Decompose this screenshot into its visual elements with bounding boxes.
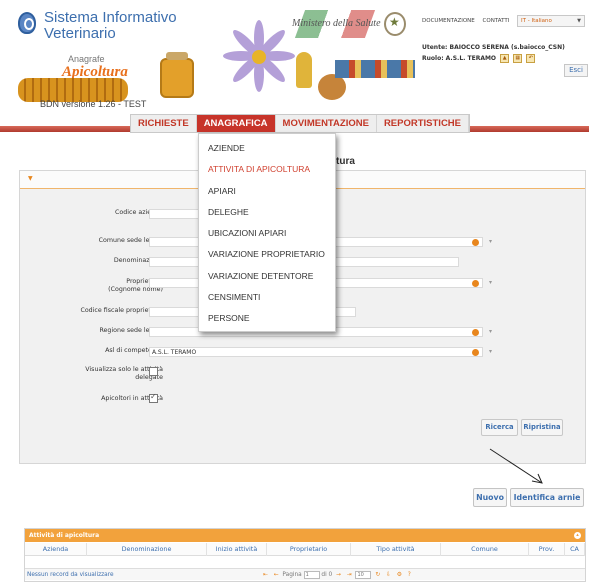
anagrafica-dropdown-menu: AZIENDE ATTIVITA DI APICOLTURA APIARI DE… — [198, 133, 336, 332]
col-denominazione[interactable]: Denominazione — [87, 543, 207, 556]
col-proprietario[interactable]: Proprietario — [267, 543, 351, 556]
identifica-arnie-button[interactable]: Identifica arnie — [510, 488, 584, 507]
attivita-grid: Attività di apicoltura ▴ Azienda Denomin… — [24, 528, 586, 582]
rows-per-page-select[interactable]: 10 — [355, 570, 372, 579]
top-links: DOCUMENTAZIONE CONTATTI — [422, 18, 515, 24]
last-page-icon[interactable]: ⇥ — [347, 572, 352, 578]
clear-icon[interactable] — [472, 280, 479, 287]
first-page-icon[interactable]: ⇤ — [263, 572, 268, 578]
help-icon[interactable]: ? — [408, 572, 411, 578]
beehives-image — [335, 60, 415, 78]
system-title-line2: Veterinario — [44, 25, 116, 42]
col-prov[interactable]: Prov. — [529, 543, 565, 556]
role-label: Ruolo: A.S.L. TERAMO — [422, 55, 497, 62]
documentazione-link[interactable]: DOCUMENTAZIONE — [422, 18, 475, 24]
nuovo-button[interactable]: Nuovo — [473, 488, 507, 507]
page-input[interactable]: 1 — [303, 570, 320, 579]
annotation-arrow-icon — [489, 448, 543, 484]
collapse-grid-icon[interactable]: ▴ — [574, 532, 581, 539]
page-header: Sistema Informativo Veterinario Anagrafe… — [0, 0, 589, 118]
col-comune[interactable]: Comune — [441, 543, 529, 556]
col-azienda[interactable]: Azienda — [25, 543, 87, 556]
refresh-icon[interactable]: ↻ — [375, 572, 380, 578]
menu-item-variazione-detentore[interactable]: VARIAZIONE DETENTORE — [199, 266, 335, 287]
row-asl: Asl di competenza A.S.L. TERAMO ▾ — [20, 347, 585, 361]
honey-jar-image — [160, 52, 194, 98]
settings-icon[interactable]: ⚙ — [397, 572, 402, 578]
contatti-link[interactable]: CONTATTI — [483, 18, 510, 24]
ricerca-button[interactable]: Ricerca — [481, 419, 518, 436]
menu-item-aziende[interactable]: AZIENDE — [199, 138, 335, 159]
system-title-line1: Sistema Informativo — [44, 9, 177, 26]
chevron-down-icon[interactable]: ▾ — [489, 348, 492, 355]
menu-item-variazione-proprietario[interactable]: VARIAZIONE PROPRIETARIO — [199, 244, 335, 265]
collapse-arrow-icon[interactable]: ▼ — [28, 175, 33, 182]
clear-icon[interactable] — [472, 239, 479, 246]
page-title: tura — [336, 156, 355, 167]
asl-combo[interactable]: A.S.L. TERAMO ▾ — [149, 347, 492, 357]
back-icon[interactable]: ↶ — [526, 54, 536, 63]
flower-image — [223, 20, 295, 92]
chevron-down-icon[interactable]: ▾ — [489, 328, 492, 335]
main-navigation: RICHIESTE ANAGRAFICA MOVIMENTAZIONE REPO… — [130, 114, 470, 133]
nav-anagrafica[interactable]: ANAGRAFICA — [196, 115, 276, 132]
menu-item-deleghe[interactable]: DELEGHE — [199, 202, 335, 223]
logout-button[interactable]: Esci — [564, 64, 588, 77]
pager-controls: ⇤ ← Pagina 1 di 0 → ⇥ 10 ↻ ⇩ ⚙ ? — [261, 569, 413, 581]
empty-records-text: Nessun record da visualizzare — [27, 572, 114, 578]
anagrafe-label: Anagrafe — [68, 54, 105, 64]
republic-emblem-icon — [384, 12, 406, 36]
grid-caption: Attività di apicoltura ▴ — [25, 529, 585, 542]
prev-page-icon[interactable]: ← — [274, 572, 279, 578]
next-page-icon[interactable]: → — [336, 572, 341, 578]
chevron-down-icon: ▼ — [577, 18, 581, 24]
grid-pager: Nessun record da visualizzare ⇤ ← Pagina… — [25, 568, 585, 580]
row-visualizza-delegate: Visualizza solo le attività delegate — [20, 366, 585, 386]
nav-movimentazione[interactable]: MOVIMENTAZIONE — [276, 115, 377, 132]
chevron-down-icon[interactable]: ▾ — [489, 238, 492, 245]
col-tipo-attivita[interactable]: Tipo attività — [351, 543, 441, 556]
clear-icon[interactable] — [472, 329, 479, 336]
row-apicoltori: Apicoltori in attività — [20, 392, 585, 409]
lock-icon[interactable]: ▲ — [500, 54, 510, 63]
page-label: Pagina — [282, 572, 302, 578]
menu-item-censimenti[interactable]: CENSIMENTI — [199, 287, 335, 308]
chevron-down-icon[interactable]: ▾ — [489, 279, 492, 286]
col-ca[interactable]: CA — [565, 543, 585, 556]
menu-item-attivita-apicoltura[interactable]: ATTIVITA DI APICOLTURA — [199, 159, 335, 180]
beekeeper-image — [296, 52, 312, 88]
visualizza-delegate-checkbox[interactable] — [149, 367, 158, 376]
system-title: Sistema Informativo Veterinario — [44, 10, 177, 42]
language-value: IT - Italiano — [521, 18, 552, 24]
grid-header: Azienda Denominazione Inizio attività Pr… — [25, 543, 585, 556]
sistema-veterinario-logo-icon — [18, 12, 36, 34]
export-icon[interactable]: ⇩ — [386, 572, 391, 578]
user-label: Utente: BAIOCCO SERENA (s.baiocco_CSN) — [422, 44, 565, 51]
apicoltori-checkbox[interactable] — [149, 392, 158, 403]
ministero-logo-text: Ministero della Salute — [292, 18, 381, 29]
user-info: Utente: BAIOCCO SERENA (s.baiocco_CSN) R… — [422, 42, 565, 64]
grid-icon[interactable]: ▦ — [513, 54, 523, 63]
grid-caption-text: Attività di apicoltura — [29, 532, 100, 539]
version-label: BDN versione 1.26 - TEST — [40, 99, 147, 109]
page-of-label: di 0 — [321, 572, 333, 578]
menu-item-ubicazioni-apiari[interactable]: UBICAZIONI APIARI — [199, 223, 335, 244]
menu-item-apiari[interactable]: APIARI — [199, 181, 335, 202]
clear-icon[interactable] — [472, 349, 479, 356]
ripristina-button[interactable]: Ripristina — [521, 419, 563, 436]
nav-reportistiche[interactable]: REPORTISTICHE — [377, 115, 469, 132]
nav-richieste[interactable]: RICHIESTE — [131, 115, 197, 132]
asl-value: A.S.L. TERAMO — [152, 349, 197, 356]
col-inizio-attivita[interactable]: Inizio attività — [207, 543, 267, 556]
menu-item-persone[interactable]: PERSONE — [199, 308, 335, 329]
language-select[interactable]: IT - Italiano ▼ — [517, 15, 585, 27]
